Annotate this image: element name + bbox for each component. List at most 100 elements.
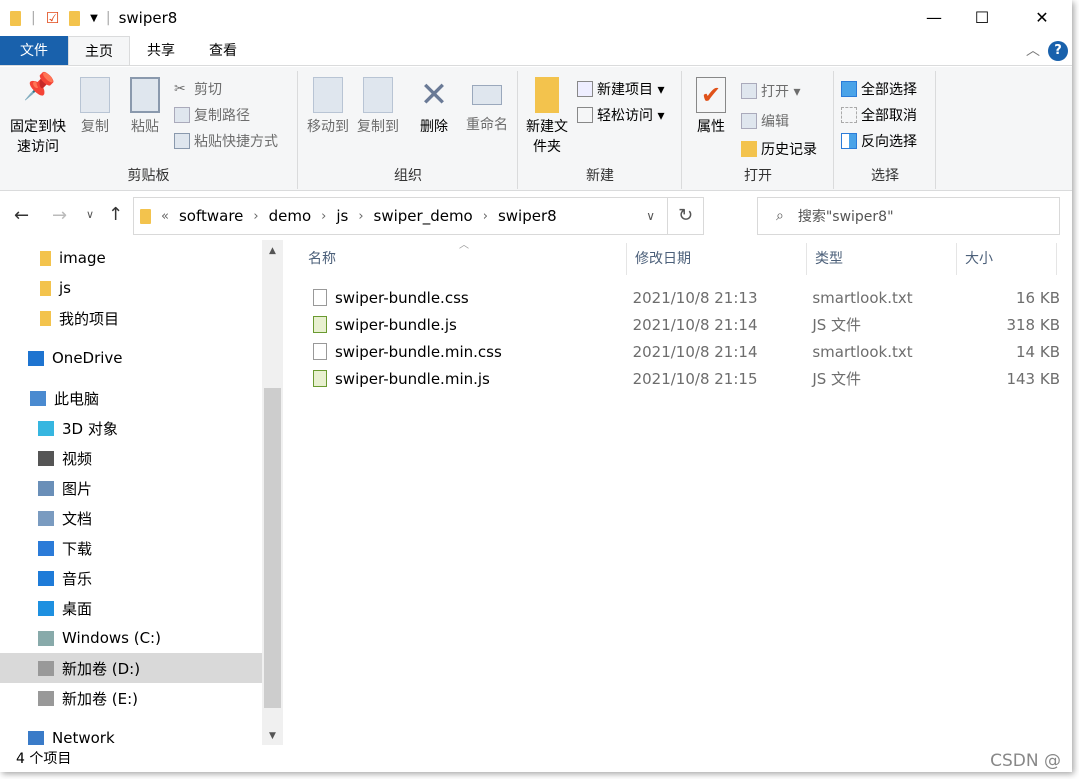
nav-item[interactable]: Windows (C:) bbox=[0, 623, 262, 653]
open-button[interactable]: 打开 ▾ bbox=[741, 79, 800, 103]
copy-button[interactable]: 复制 bbox=[72, 71, 118, 137]
help-icon[interactable]: ? bbox=[1048, 41, 1068, 61]
file-name: swiper-bundle.min.css bbox=[334, 342, 502, 361]
tab-home[interactable]: 主页 bbox=[68, 36, 130, 65]
properties-button[interactable]: ✔ 属性 bbox=[687, 71, 735, 137]
nav-item[interactable]: 新加卷 (D:) bbox=[0, 653, 262, 683]
folder-icon bbox=[535, 77, 559, 113]
tab-share[interactable]: 共享 bbox=[130, 36, 192, 65]
cube-icon bbox=[38, 420, 54, 436]
document-icon bbox=[38, 510, 54, 526]
scroll-down-arrow[interactable]: ▼ bbox=[262, 731, 283, 741]
copy-to-button[interactable]: 复制到 bbox=[353, 71, 403, 137]
nav-item[interactable]: image bbox=[0, 243, 262, 273]
nav-item-label: Network bbox=[52, 729, 115, 745]
path-icon bbox=[174, 107, 190, 123]
file-size: 14 KB bbox=[1016, 342, 1060, 361]
recent-locations-button[interactable]: ∨ bbox=[86, 208, 94, 221]
history-button[interactable]: 历史记录 bbox=[741, 137, 817, 161]
shortcut-icon bbox=[174, 133, 190, 149]
tab-view[interactable]: 查看 bbox=[192, 36, 254, 65]
new-item-button[interactable]: 新建项目 ▾ bbox=[577, 77, 664, 101]
cloud-icon bbox=[28, 350, 44, 366]
nav-item[interactable]: 3D 对象 bbox=[0, 413, 262, 443]
pin-icon: 📌 bbox=[23, 72, 56, 102]
file-row[interactable]: swiper-bundle.min.css 2021/10/8 21:14 sm… bbox=[300, 338, 1060, 365]
copy-path-button[interactable]: 复制路径 bbox=[174, 103, 250, 127]
breadcrumb-demo[interactable]: demo bbox=[269, 207, 312, 225]
group-label: 打开 bbox=[744, 168, 772, 184]
paste-button[interactable]: 粘贴 bbox=[122, 71, 168, 137]
nav-item[interactable]: 下载 bbox=[0, 533, 262, 563]
refresh-button[interactable]: ↻ bbox=[667, 198, 703, 234]
nav-item-label: 音乐 bbox=[62, 569, 93, 588]
folder-icon bbox=[10, 10, 21, 26]
nav-item[interactable]: js bbox=[0, 273, 262, 303]
nav-item[interactable]: OneDrive bbox=[0, 343, 262, 373]
nav-item[interactable]: 文档 bbox=[0, 503, 262, 533]
nav-item[interactable]: 图片 bbox=[0, 473, 262, 503]
delete-x-icon: ✕ bbox=[419, 75, 449, 115]
rename-button[interactable]: 重命名 bbox=[459, 71, 515, 135]
ribbon-tabs: 文件 主页 共享 查看 ︿ ? bbox=[0, 36, 1072, 66]
pin-quick-access-button[interactable]: 📌 固定到快速访问 bbox=[6, 71, 70, 157]
column-date[interactable]: 修改日期 bbox=[627, 243, 807, 275]
nav-item[interactable]: 我的项目 bbox=[0, 303, 262, 333]
column-name[interactable]: 名称 bbox=[300, 243, 627, 275]
breadcrumb-swiper8[interactable]: swiper8 bbox=[498, 207, 557, 225]
qat-dropdown-icon[interactable]: ▼ bbox=[90, 13, 98, 24]
breadcrumb-js[interactable]: js bbox=[336, 207, 348, 225]
invert-selection-icon bbox=[841, 133, 857, 149]
nav-scrollbar[interactable]: ▲ ▼ bbox=[262, 240, 283, 745]
file-row[interactable]: swiper-bundle.min.js 2021/10/8 21:15 JS … bbox=[300, 365, 1060, 392]
tab-file[interactable]: 文件 bbox=[0, 36, 68, 65]
easy-access-button[interactable]: 轻松访问 ▾ bbox=[577, 103, 664, 127]
address-dropdown-icon[interactable]: ∨ bbox=[646, 209, 655, 223]
new-folder-button[interactable]: 新建文件夹 bbox=[521, 71, 573, 157]
close-button[interactable]: ✕ bbox=[1018, 0, 1066, 34]
folder-icon bbox=[40, 250, 51, 266]
back-button[interactable]: ← bbox=[14, 205, 29, 226]
search-input[interactable]: ⌕ 搜索"swiper8" bbox=[757, 197, 1060, 235]
nav-item[interactable]: 新加卷 (E:) bbox=[0, 683, 262, 713]
nav-item[interactable]: 音乐 bbox=[0, 563, 262, 593]
address-bar[interactable]: « software › demo › js › swiper_demo › swipe… bbox=[133, 197, 704, 235]
overflow-chevron[interactable]: « bbox=[161, 209, 169, 224]
scrollbar-thumb[interactable] bbox=[264, 388, 281, 708]
delete-button[interactable]: ✕ 删除 bbox=[411, 71, 457, 137]
nav-item[interactable]: Network bbox=[0, 723, 262, 745]
nav-item-label: 我的项目 bbox=[59, 309, 120, 328]
cut-button[interactable]: ✂ 剪切 bbox=[174, 77, 222, 101]
move-to-button[interactable]: 移动到 bbox=[303, 71, 353, 137]
column-size[interactable]: 大小 bbox=[957, 243, 1057, 275]
new-folder-qat-icon[interactable] bbox=[69, 10, 81, 26]
forward-button[interactable]: → bbox=[52, 205, 67, 226]
up-button[interactable]: ↑ bbox=[108, 204, 123, 225]
nav-item-label: 3D 对象 bbox=[62, 419, 118, 438]
scroll-up-arrow[interactable]: ▲ bbox=[262, 246, 283, 256]
nav-item[interactable]: 此电脑 bbox=[0, 383, 262, 413]
paste-shortcut-button[interactable]: 粘贴快捷方式 bbox=[174, 129, 278, 153]
file-row[interactable]: swiper-bundle.js 2021/10/8 21:14 JS 文件 3… bbox=[300, 311, 1060, 338]
file-date: 2021/10/8 21:13 bbox=[632, 288, 758, 307]
minimize-button[interactable]: — bbox=[910, 0, 958, 34]
nav-item-label: 图片 bbox=[62, 479, 93, 498]
file-row[interactable]: swiper-bundle.css 2021/10/8 21:13 smartl… bbox=[300, 284, 1060, 311]
invert-selection-button[interactable]: 反向选择 bbox=[841, 129, 917, 153]
nav-item[interactable]: 视频 bbox=[0, 443, 262, 473]
breadcrumb-swiper-demo[interactable]: swiper_demo bbox=[374, 207, 473, 225]
collapse-ribbon-icon[interactable]: ︿ bbox=[1026, 40, 1040, 60]
breadcrumb-software[interactable]: software bbox=[179, 207, 243, 225]
watermark: CSDN @ bbox=[990, 751, 1061, 771]
properties-qat-icon[interactable]: ☑ bbox=[46, 9, 59, 27]
explorer-window: | ☑ ▼ | swiper8 — ☐ ✕ 文件 主页 共享 查看 ︿ ? 📌 固… bbox=[0, 0, 1072, 772]
edit-button[interactable]: 编辑 bbox=[741, 109, 789, 133]
select-all-button[interactable]: 全部选择 bbox=[841, 77, 917, 101]
file-type: JS 文件 bbox=[812, 316, 862, 334]
text-file-icon bbox=[313, 343, 327, 360]
select-none-button[interactable]: 全部取消 bbox=[841, 103, 917, 127]
breadcrumb-separator: › bbox=[321, 208, 327, 224]
column-type[interactable]: 类型 bbox=[807, 243, 957, 275]
maximize-button[interactable]: ☐ bbox=[958, 0, 1006, 34]
nav-item[interactable]: 桌面 bbox=[0, 593, 262, 623]
